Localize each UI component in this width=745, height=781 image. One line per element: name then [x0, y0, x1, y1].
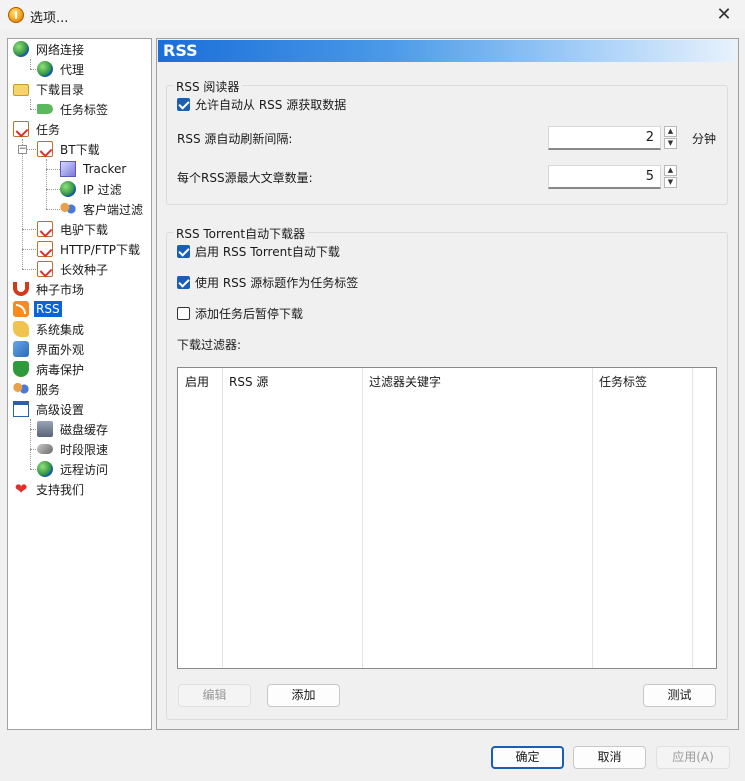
tag-icon — [37, 104, 53, 114]
use-title-option[interactable]: 使用 RSS 源标题作为任务标签 — [177, 274, 358, 291]
tree-item-system-integration[interactable]: 系统集成 — [13, 319, 86, 339]
globe-icon — [37, 61, 53, 77]
edit-button[interactable]: 编辑 — [178, 684, 251, 707]
clipboard-icon — [13, 121, 29, 137]
tree-item-tracker[interactable]: Tracker — [60, 159, 128, 179]
column-divider — [593, 368, 693, 668]
pause-after-add-label: 添加任务后暂停下载 — [195, 307, 304, 321]
test-button[interactable]: 测试 — [643, 684, 716, 707]
pipe-icon — [37, 444, 53, 454]
auto-fetch-label: 允许自动从 RSS 源获取数据 — [195, 98, 347, 112]
clipboard-icon — [37, 241, 53, 257]
tree-item-seed-market[interactable]: 种子市场 — [13, 279, 86, 299]
tree-item-task-tags[interactable]: 任务标签 — [37, 99, 110, 119]
close-button[interactable]: ✕ — [709, 2, 739, 28]
network-icon — [60, 201, 76, 217]
clipboard-icon — [37, 141, 53, 157]
apply-button[interactable]: 应用(A) — [656, 746, 730, 769]
spin-down-icon[interactable]: ▼ — [664, 177, 677, 188]
max-articles-spinner[interactable]: ▲ ▼ — [664, 165, 677, 189]
heart-icon: ❤ — [14, 480, 28, 498]
auto-fetch-option[interactable]: 允许自动从 RSS 源获取数据 — [177, 96, 346, 113]
pause-after-add-checkbox[interactable] — [177, 307, 190, 320]
spin-up-icon[interactable]: ▲ — [664, 126, 677, 137]
max-articles-label: 每个RSS源最大文章数量: — [177, 171, 313, 185]
rss-settings-panel: RSS RSS 阅读器 允许自动从 RSS 源获取数据 RSS 源自动刷新间隔:… — [156, 38, 739, 730]
pause-after-add-option[interactable]: 添加任务后暂停下载 — [177, 305, 303, 322]
column-divider — [178, 368, 223, 668]
column-divider — [223, 368, 363, 668]
max-articles-input[interactable]: 5 — [548, 165, 661, 189]
column-divider — [363, 368, 593, 668]
tree-item-services[interactable]: 服务 — [13, 379, 62, 399]
tree-item-scheduler[interactable]: 时段限速 — [37, 439, 110, 459]
column-header-rss-source[interactable]: RSS 源 — [229, 373, 268, 390]
auto-fetch-checkbox[interactable] — [177, 98, 190, 111]
tree-item-rss[interactable]: RSS — [13, 299, 62, 319]
refresh-unit-label: 分钟 — [692, 132, 717, 146]
cancel-button[interactable]: 取消 — [573, 746, 646, 769]
clipboard-icon — [37, 221, 53, 237]
window-title: 选项... — [30, 11, 69, 26]
column-header-task-tag[interactable]: 任务标签 — [599, 373, 647, 390]
rss-icon — [13, 301, 29, 317]
tree-item-ip-filter[interactable]: IP 过滤 — [60, 179, 124, 199]
tree-item-support-us[interactable]: ❤ 支持我们 — [13, 479, 86, 499]
panel-title: RSS — [158, 40, 737, 62]
tree-item-advanced[interactable]: 高级设置 — [13, 399, 86, 419]
window-icon — [13, 401, 29, 417]
refresh-interval-spinner[interactable]: ▲ ▼ — [664, 126, 677, 150]
column-header-keywords[interactable]: 过滤器关键字 — [369, 373, 441, 390]
enable-downloader-checkbox[interactable] — [177, 245, 190, 258]
add-button[interactable]: 添加 — [267, 684, 340, 707]
tree-item-virus-protection[interactable]: 病毒保护 — [13, 359, 86, 379]
shield-icon — [13, 361, 29, 377]
column-header-enabled[interactable]: 启用 — [185, 373, 209, 390]
rss-reader-group-title: RSS 阅读器 — [173, 78, 243, 95]
clipboard-icon — [37, 261, 53, 277]
tree-item-network[interactable]: 网络连接 — [13, 39, 86, 59]
enable-downloader-option[interactable]: 启用 RSS Torrent自动下载 — [177, 243, 340, 260]
globe-icon — [60, 181, 76, 197]
app-icon — [8, 7, 24, 23]
globe-icon — [13, 41, 29, 57]
download-filters-label: 下载过滤器: — [177, 338, 242, 352]
disk-icon — [37, 421, 53, 437]
globe-icon — [37, 461, 53, 477]
filters-table[interactable]: 启用 RSS 源 过滤器关键字 任务标签 — [177, 367, 717, 669]
tree-item-http-ftp[interactable]: HTTP/FTP下载 — [37, 239, 142, 259]
rss-downloader-group-title: RSS Torrent自动下载器 — [173, 225, 309, 242]
tree-item-download-dir[interactable]: 下载目录 — [13, 79, 86, 99]
spin-up-icon[interactable]: ▲ — [664, 165, 677, 176]
tree-item-tasks[interactable]: 任务 — [13, 119, 62, 139]
use-title-checkbox[interactable] — [177, 276, 190, 289]
tree-item-disk-cache[interactable]: 磁盘缓存 — [37, 419, 110, 439]
tree-item-edonkey[interactable]: 电驴下载 — [37, 219, 110, 239]
cube-icon — [60, 161, 76, 177]
collapse-bt-icon[interactable]: − — [18, 145, 27, 154]
folder-icon — [13, 84, 29, 96]
tree-item-appearance[interactable]: 界面外观 — [13, 339, 86, 359]
magnet-icon — [13, 282, 29, 296]
brush-icon — [13, 341, 29, 357]
enable-downloader-label: 启用 RSS Torrent自动下载 — [195, 245, 340, 259]
tree-item-client-filter[interactable]: 客户端过滤 — [60, 199, 145, 219]
refresh-interval-input[interactable]: 2 — [548, 126, 661, 150]
spin-down-icon[interactable]: ▼ — [664, 138, 677, 149]
options-tree: − 网络连接 代理 下载目录 任务标签 任务 BT下载 Tracker IP 过… — [7, 38, 152, 730]
use-title-label: 使用 RSS 源标题作为任务标签 — [195, 276, 359, 290]
title-bar: 选项... ✕ — [0, 0, 745, 30]
tree-item-remote-access[interactable]: 远程访问 — [37, 459, 110, 479]
tree-item-proxy[interactable]: 代理 — [37, 59, 86, 79]
tree-item-long-seeds[interactable]: 长效种子 — [37, 259, 110, 279]
hand-icon — [13, 321, 29, 337]
refresh-interval-label: RSS 源自动刷新间隔: — [177, 132, 293, 146]
tree-item-bt-download[interactable]: BT下载 — [37, 139, 102, 159]
people-icon — [13, 381, 29, 397]
ok-button[interactable]: 确定 — [491, 746, 564, 769]
